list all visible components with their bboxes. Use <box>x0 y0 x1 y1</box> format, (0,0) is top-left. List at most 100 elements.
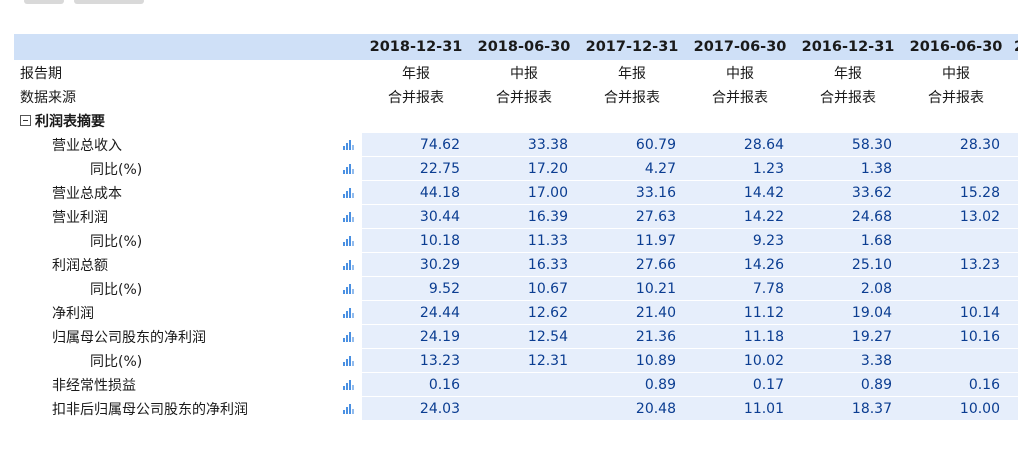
value-cell: 10.16 <box>902 324 1010 349</box>
value-cell: 1.68 <box>794 228 902 253</box>
cut-cell <box>1010 204 1018 229</box>
header-corner <box>14 34 336 61</box>
column-header[interactable]: 2016-12-31 <box>794 34 902 61</box>
chart-cell <box>336 324 362 349</box>
value-cell: 9.52 <box>362 276 470 301</box>
cropped-toolbar-text <box>24 0 224 6</box>
column-header[interactable]: 2018-12-31 <box>362 34 470 61</box>
bar-chart-icon[interactable] <box>343 259 355 270</box>
top-area <box>0 0 1018 32</box>
chart-cell <box>336 348 362 373</box>
value-cell <box>902 276 1010 301</box>
value-cell <box>470 372 578 397</box>
table-row: 扣非后归属母公司股东的净利润 24.03 20.48 11.01 18.37 10.00 <box>14 396 1018 421</box>
report-period-cell: 中报 <box>686 60 794 85</box>
value-cell <box>902 348 1010 373</box>
value-cell: 11.12 <box>686 300 794 325</box>
value-cell: 30.29 <box>362 252 470 277</box>
section-toggle[interactable]: 利润表摘要 <box>14 108 336 133</box>
cut-cell <box>1010 372 1018 397</box>
cut-cell <box>1010 156 1018 181</box>
value-cell: 14.22 <box>686 204 794 229</box>
value-cell: 0.89 <box>794 372 902 397</box>
value-cell: 58.30 <box>794 132 902 157</box>
row-label: 营业总收入 <box>14 132 336 157</box>
column-header[interactable]: 2018-06-30 <box>470 34 578 61</box>
chart-cell-empty <box>336 84 362 109</box>
value-cell: 19.04 <box>794 300 902 325</box>
column-header[interactable]: 2017-06-30 <box>686 34 794 61</box>
chart-cell <box>336 300 362 325</box>
cut-cell <box>1010 252 1018 277</box>
cut-cell <box>1010 84 1018 109</box>
bar-chart-icon[interactable] <box>343 283 355 294</box>
report-period-cell: 中报 <box>902 60 1010 85</box>
value-cell: 24.44 <box>362 300 470 325</box>
value-cell: 22.75 <box>362 156 470 181</box>
value-cell: 13.02 <box>902 204 1010 229</box>
value-cell: 7.78 <box>686 276 794 301</box>
value-cell: 60.79 <box>578 132 686 157</box>
value-cell: 9.23 <box>686 228 794 253</box>
value-cell: 33.38 <box>470 132 578 157</box>
value-cell: 10.02 <box>686 348 794 373</box>
income-statement-table-container: 2018-12-31 2018-06-30 2017-12-31 2017-06… <box>14 34 1018 450</box>
data-source-cell: 合并报表 <box>794 84 902 109</box>
bar-chart-icon[interactable] <box>343 379 355 390</box>
empty-cell <box>362 108 470 133</box>
row-label: 报告期 <box>14 60 336 85</box>
value-cell: 13.23 <box>902 252 1010 277</box>
column-header[interactable]: 2017-12-31 <box>578 34 686 61</box>
column-header-cut[interactable]: 20 <box>1010 34 1018 61</box>
bar-chart-icon[interactable] <box>343 355 355 366</box>
bar-chart-icon[interactable] <box>343 187 355 198</box>
data-source-cell: 合并报表 <box>686 84 794 109</box>
bar-chart-icon[interactable] <box>343 307 355 318</box>
value-cell: 12.62 <box>470 300 578 325</box>
collapse-icon[interactable] <box>20 115 31 126</box>
value-cell: 11.01 <box>686 396 794 421</box>
table-row: 同比(%) 10.18 11.33 11.97 9.23 1.68 <box>14 228 1018 253</box>
value-cell: 17.00 <box>470 180 578 205</box>
value-cell: 14.26 <box>686 252 794 277</box>
table-row: 同比(%) 22.75 17.20 4.27 1.23 1.38 <box>14 156 1018 181</box>
table-row: 营业总成本 44.18 17.00 33.16 14.42 33.62 15.28 <box>14 180 1018 205</box>
value-cell: 44.18 <box>362 180 470 205</box>
value-cell: 10.18 <box>362 228 470 253</box>
bar-chart-icon[interactable] <box>343 331 355 342</box>
cut-cell <box>1010 180 1018 205</box>
value-cell: 3.38 <box>794 348 902 373</box>
bar-chart-icon[interactable] <box>343 211 355 222</box>
value-cell: 15.28 <box>902 180 1010 205</box>
cut-cell <box>1010 60 1018 85</box>
value-cell: 10.00 <box>902 396 1010 421</box>
table-row: 非经常性损益 0.16 0.89 0.17 0.89 0.16 <box>14 372 1018 397</box>
chart-cell <box>336 396 362 421</box>
chart-cell <box>336 372 362 397</box>
chart-cell-empty <box>336 108 362 133</box>
row-label: 归属母公司股东的净利润 <box>14 324 336 349</box>
value-cell: 28.30 <box>902 132 1010 157</box>
value-cell: 33.16 <box>578 180 686 205</box>
row-label: 同比(%) <box>14 228 336 253</box>
row-label: 同比(%) <box>14 156 336 181</box>
bar-chart-icon[interactable] <box>343 403 355 414</box>
report-period-row: 报告期 年报 中报 年报 中报 年报 中报 <box>14 60 1018 85</box>
table-row: 营业总收入 74.62 33.38 60.79 28.64 58.30 28.30 <box>14 132 1018 157</box>
data-source-row: 数据来源 合并报表 合并报表 合并报表 合并报表 合并报表 合并报表 <box>14 84 1018 109</box>
income-statement-table: 2018-12-31 2018-06-30 2017-12-31 2017-06… <box>14 34 1018 421</box>
value-cell: 13.23 <box>362 348 470 373</box>
report-period-cell: 中报 <box>470 60 578 85</box>
bar-chart-icon[interactable] <box>343 139 355 150</box>
value-cell: 10.89 <box>578 348 686 373</box>
data-source-cell: 合并报表 <box>578 84 686 109</box>
chart-cell <box>336 228 362 253</box>
value-cell: 11.97 <box>578 228 686 253</box>
report-period-cell: 年报 <box>794 60 902 85</box>
value-cell: 0.16 <box>362 372 470 397</box>
bar-chart-icon[interactable] <box>343 235 355 246</box>
bar-chart-icon[interactable] <box>343 163 355 174</box>
column-header[interactable]: 2016-06-30 <box>902 34 1010 61</box>
value-cell: 28.64 <box>686 132 794 157</box>
cut-cell <box>1010 132 1018 157</box>
